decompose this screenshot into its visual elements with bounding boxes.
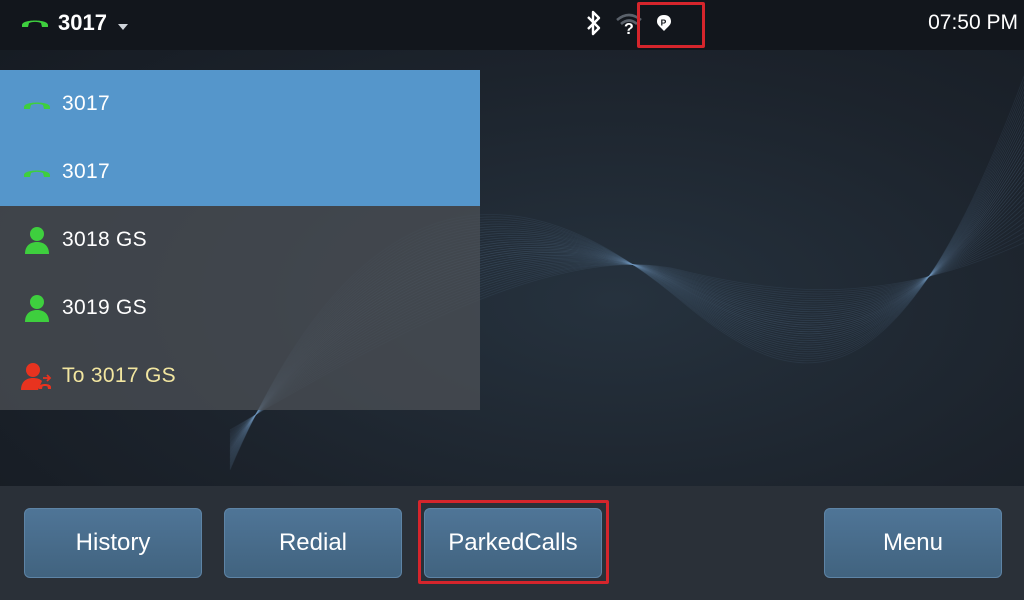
handset-icon xyxy=(20,10,50,36)
svg-text:?: ? xyxy=(624,21,634,35)
chevron-down-icon xyxy=(117,11,129,37)
menu-button[interactable]: Menu xyxy=(824,508,1002,578)
line-label: To 3017 GS xyxy=(62,364,176,387)
redial-button[interactable]: Redial xyxy=(224,508,402,578)
account-selector[interactable]: 3017 xyxy=(20,9,129,37)
account-label: 3017 xyxy=(58,10,107,35)
line-label: 3019 GS xyxy=(62,296,147,319)
contact-icon xyxy=(20,223,54,257)
handset-icon xyxy=(20,87,54,121)
clock: 07:50 PM xyxy=(928,11,1018,34)
contact-transfer-icon xyxy=(20,359,54,393)
bluetooth-icon xyxy=(584,10,604,41)
contact-icon xyxy=(20,291,54,325)
line-item-transfer-3017[interactable]: To 3017 GS xyxy=(0,342,480,410)
line-label: 3017 xyxy=(62,160,110,183)
park-icon-highlight xyxy=(637,2,705,48)
line-item-3017-2[interactable]: 3017 xyxy=(0,138,480,206)
line-item-3019[interactable]: 3019 GS xyxy=(0,274,480,342)
status-bar xyxy=(0,0,1024,50)
line-item-3017-1[interactable]: 3017 xyxy=(0,70,480,138)
history-button[interactable]: History xyxy=(24,508,202,578)
line-item-3018[interactable]: 3018 GS xyxy=(0,206,480,274)
line-list: 3017 3017 3018 GS 3019 GS To 3017 GS xyxy=(0,70,480,410)
line-label: 3017 xyxy=(62,92,110,115)
parked-calls-highlight xyxy=(418,500,609,584)
handset-icon xyxy=(20,155,54,189)
line-label: 3018 GS xyxy=(62,228,147,251)
